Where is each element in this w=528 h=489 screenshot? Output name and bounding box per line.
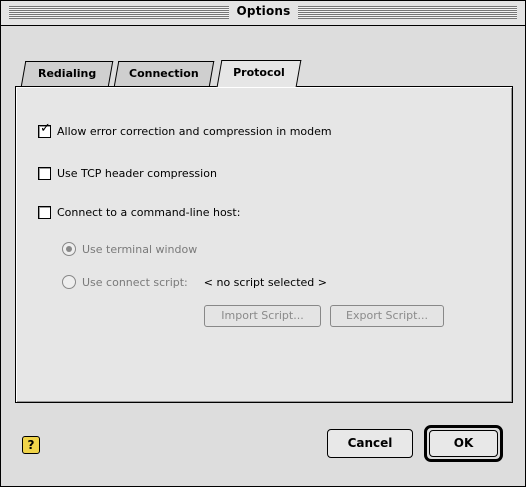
connect-script-radio[interactable] — [62, 275, 76, 289]
tab-redialing[interactable]: Redialing — [20, 61, 114, 87]
command-line-row[interactable]: Connect to a command-line host: — [38, 206, 240, 219]
tab-redialing-label: Redialing — [37, 67, 97, 80]
terminal-window-row[interactable]: Use terminal window — [62, 242, 197, 256]
checkmark-icon: ✓ — [40, 121, 51, 136]
connect-script-row[interactable]: Use connect script: < no script selected… — [62, 275, 327, 289]
tcp-header-label: Use TCP header compression — [57, 167, 217, 180]
error-correction-checkbox[interactable]: ✓ — [38, 121, 51, 138]
tab-connection-label: Connection — [129, 67, 199, 80]
script-value: < no script selected > — [203, 275, 327, 289]
tcp-header-checkbox[interactable] — [38, 167, 51, 180]
title-bar[interactable]: Options — [1, 1, 525, 26]
tab-protocol-label: Protocol — [233, 66, 285, 79]
terminal-window-label: Use terminal window — [82, 242, 198, 256]
terminal-window-radio[interactable] — [62, 242, 76, 256]
command-line-checkbox[interactable] — [38, 206, 51, 219]
tab-connection[interactable]: Connection — [113, 61, 215, 87]
connect-script-label: Use connect script: — [82, 275, 188, 289]
options-window: Options Redialing Connection Protocol ✓ … — [0, 0, 526, 487]
help-icon[interactable]: ? — [22, 436, 40, 454]
command-line-label: Connect to a command-line host: — [57, 206, 241, 219]
title-bar-stripes-left — [9, 6, 229, 19]
tcp-header-row[interactable]: Use TCP header compression — [38, 167, 217, 180]
error-correction-row[interactable]: ✓ Allow error correction and compression… — [38, 121, 332, 138]
tab-protocol[interactable]: Protocol — [216, 60, 302, 87]
import-script-button[interactable]: Import Script... — [204, 305, 321, 327]
radio-selected-dot — [66, 246, 72, 252]
title-bar-stripes-right — [298, 6, 517, 19]
ok-button[interactable]: OK — [429, 430, 498, 457]
export-script-button[interactable]: Export Script... — [330, 305, 444, 327]
error-correction-label: Allow error correction and compression i… — [57, 125, 332, 138]
cancel-button[interactable]: Cancel — [327, 429, 413, 458]
window-title: Options — [236, 4, 291, 18]
protocol-panel: ✓ Allow error correction and compression… — [15, 86, 513, 403]
